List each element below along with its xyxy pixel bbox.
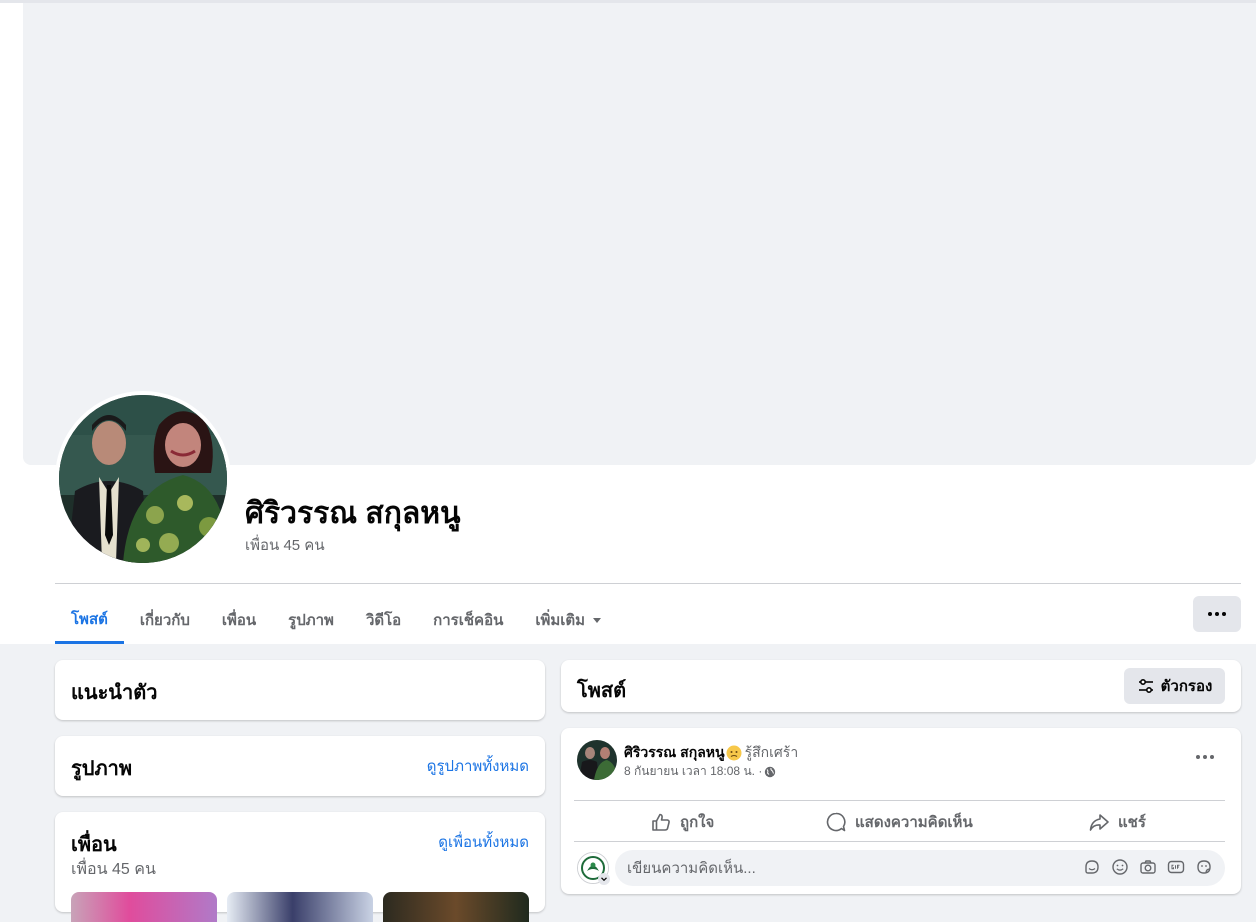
globe-icon[interactable] (764, 766, 776, 778)
caret-down-icon (593, 617, 602, 623)
friends-card: เพื่อน ดูเพื่อนทั้งหมด เพื่อน 45 คน (55, 812, 545, 922)
tab-more[interactable]: เพิ่มเติม (519, 596, 617, 644)
post-timestamp[interactable]: 8 กันยายน เวลา 18:08 น. · (624, 762, 762, 781)
tabs-divider (55, 583, 1241, 584)
post-actions-divider (574, 800, 1225, 801)
comment-input[interactable] (627, 850, 1067, 886)
like-label: ถูกใจ (680, 814, 715, 831)
more-icon (1208, 612, 1226, 616)
comment-divider (574, 841, 1225, 842)
filter-icon (1138, 678, 1153, 694)
friends-count: เพื่อน 45 คน (71, 861, 156, 878)
friends-title[interactable]: เพื่อน (71, 828, 117, 860)
comment-box (615, 850, 1225, 886)
comment-tool-icons (1083, 858, 1213, 876)
post-author-avatar[interactable] (577, 740, 617, 780)
profile-photo-image (59, 395, 227, 563)
friend-thumbnail[interactable] (227, 892, 373, 922)
post-author-avatar-image (577, 740, 617, 780)
profile-name: ศิริวรรณ สกุลหนู (245, 497, 461, 530)
post-header-line: ศิริวรรณ สกุลหนู รู้สึกเศร้า (624, 742, 798, 764)
like-button[interactable]: ถูกใจ (650, 808, 714, 836)
filter-label: ตัวกรอง (1160, 678, 1213, 695)
tab-posts[interactable]: โพสต์ (55, 596, 124, 644)
friend-thumbnail[interactable] (71, 892, 217, 922)
filter-button[interactable]: ตัวกรอง (1124, 668, 1225, 704)
comment-button[interactable]: แสดงความคิดเห็น (825, 808, 973, 836)
sad-emoji-icon (726, 745, 742, 761)
avatar-sticker-icon[interactable] (1195, 858, 1213, 876)
comment-icon (826, 812, 846, 832)
share-icon (1089, 814, 1109, 831)
profile-friend-count[interactable]: เพื่อน 45 คน (245, 533, 325, 557)
sticker-icon[interactable] (1083, 858, 1101, 876)
tab-more-label: เพิ่มเติม (535, 612, 586, 629)
comment-label: แสดงความคิดเห็น (855, 814, 973, 831)
photos-card: รูปภาพ ดูรูปภาพทั้งหมด (55, 736, 545, 796)
more-icon (1196, 755, 1214, 759)
post-options-button[interactable] (1187, 745, 1223, 769)
tab-about[interactable]: เกี่ยวกับ (124, 596, 206, 644)
photos-title[interactable]: รูปภาพ (71, 752, 132, 784)
post-author-name[interactable]: ศิริวรรณ สกุลหนู (624, 742, 725, 764)
tab-videos[interactable]: วิดีโอ (350, 596, 417, 644)
camera-icon[interactable] (1139, 858, 1157, 876)
tab-photos[interactable]: รูปภาพ (272, 596, 350, 644)
share-label: แชร์ (1118, 814, 1146, 831)
post-card: ศิริวรรณ สกุลหนู รู้สึกเศร้า 8 กันยายน เ… (561, 728, 1241, 894)
like-icon (652, 813, 670, 831)
share-button[interactable]: แชร์ (1088, 808, 1146, 836)
intro-title: แนะนำตัว (71, 682, 158, 704)
posts-header-card: โพสต์ ตัวกรอง (561, 660, 1241, 712)
see-all-photos-link[interactable]: ดูรูปภาพทั้งหมด (427, 754, 529, 778)
profile-tabs: โพสต์ เกี่ยวกับ เพื่อน รูปภาพ วิดีโอ การ… (55, 596, 617, 644)
profile-picture[interactable] (59, 395, 227, 563)
friend-thumbnail[interactable] (383, 892, 529, 922)
profile-more-button[interactable] (1193, 596, 1241, 632)
gif-icon[interactable] (1167, 858, 1185, 876)
cover-photo[interactable] (23, 3, 1256, 465)
tab-checkins[interactable]: การเช็คอิน (417, 596, 519, 644)
left-gutter (0, 3, 23, 465)
posts-title: โพสต์ (577, 680, 627, 702)
chevron-down-icon[interactable] (598, 873, 610, 885)
friend-thumbnails (71, 892, 529, 922)
post-meta: 8 กันยายน เวลา 18:08 น. · (624, 762, 776, 781)
see-all-friends-link[interactable]: ดูเพื่อนทั้งหมด (438, 830, 529, 854)
intro-card: แนะนำตัว (55, 660, 545, 720)
emoji-icon[interactable] (1111, 858, 1129, 876)
post-feeling: รู้สึกเศร้า (744, 744, 799, 760)
tab-friends[interactable]: เพื่อน (206, 596, 272, 644)
